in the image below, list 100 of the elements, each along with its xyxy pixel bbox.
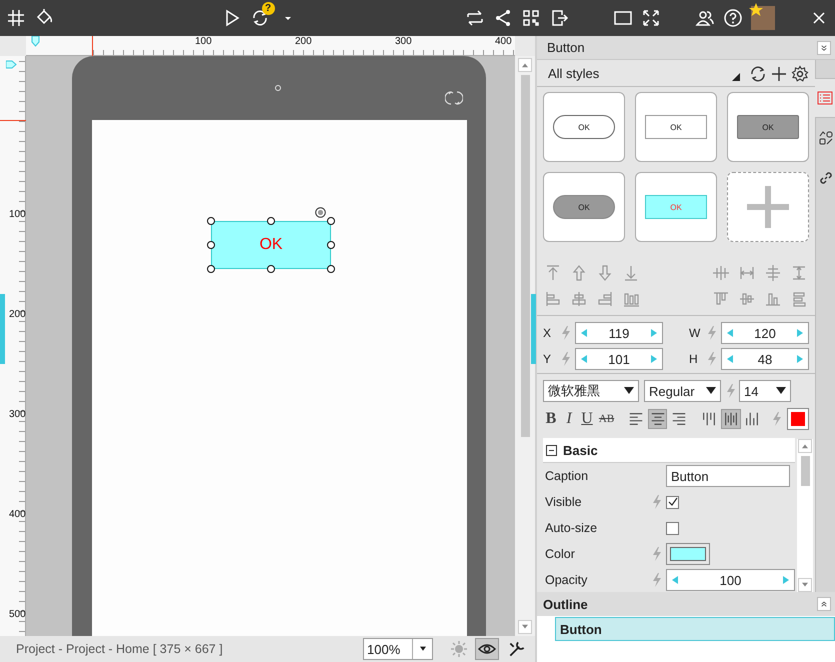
- move-down-icon[interactable]: [596, 264, 614, 282]
- resize-handle[interactable]: [267, 265, 275, 273]
- lightning-icon[interactable]: [726, 384, 736, 398]
- right-arrow-icon[interactable]: [650, 355, 657, 363]
- align-right-icon[interactable]: [596, 290, 614, 308]
- style-card[interactable]: OK: [727, 92, 809, 162]
- ruler-marker-icon[interactable]: [6, 60, 17, 69]
- number-spinner[interactable]: 119: [575, 322, 663, 344]
- move-top-icon[interactable]: [544, 264, 562, 282]
- number-spinner[interactable]: 120: [721, 322, 809, 344]
- add-icon[interactable]: [770, 64, 788, 82]
- lightning-icon[interactable]: [652, 573, 662, 587]
- lightning-icon[interactable]: [561, 352, 571, 366]
- left-arrow-icon[interactable]: [581, 329, 587, 337]
- checkbox[interactable]: [666, 522, 679, 534]
- equal-width-icon[interactable]: [738, 264, 756, 282]
- splitter-handle[interactable]: [0, 294, 5, 364]
- format-button[interactable]: I: [561, 409, 577, 429]
- share-icon[interactable]: [493, 8, 513, 28]
- settings-icon[interactable]: [791, 64, 809, 82]
- scrollbar[interactable]: [515, 56, 535, 636]
- format-button[interactable]: AB: [597, 409, 616, 429]
- move-up-icon[interactable]: [570, 264, 588, 282]
- lightning-icon[interactable]: [561, 326, 571, 340]
- move-bottom-icon[interactable]: [622, 264, 640, 282]
- collapse-button[interactable]: [817, 40, 831, 54]
- resize-handle[interactable]: [327, 265, 335, 273]
- resize-handle[interactable]: [267, 217, 275, 225]
- left-arrow-icon[interactable]: [727, 355, 733, 363]
- right-arrow-icon[interactable]: [796, 329, 803, 337]
- rotation-handle[interactable]: [315, 207, 326, 218]
- format-button[interactable]: U: [579, 409, 595, 429]
- style-card[interactable]: OK: [543, 92, 625, 162]
- section-header[interactable]: Basic: [543, 438, 795, 463]
- distribute-horizontal-icon[interactable]: [712, 264, 730, 282]
- users-icon[interactable]: [695, 8, 715, 28]
- resize-handle[interactable]: [207, 241, 215, 249]
- add-style-card[interactable]: [727, 172, 809, 242]
- distribute-vertical-icon[interactable]: [764, 264, 782, 282]
- zoom-dropdown[interactable]: 100%: [363, 638, 433, 660]
- text-align-left-icon[interactable]: [628, 411, 644, 427]
- resize-handle[interactable]: [327, 217, 335, 225]
- left-arrow-icon[interactable]: [581, 355, 587, 363]
- collapse-icon[interactable]: [546, 444, 557, 456]
- swap-arrows-icon[interactable]: [465, 8, 485, 28]
- shapes-icon[interactable]: [818, 130, 834, 146]
- caption-field[interactable]: Button: [666, 465, 790, 487]
- style-card[interactable]: OK: [543, 172, 625, 242]
- text-align-right-icon[interactable]: [671, 411, 688, 427]
- avatar-placeholder[interactable]: [751, 6, 775, 30]
- wrench-icon[interactable]: [507, 639, 527, 659]
- help-icon[interactable]: [723, 8, 743, 28]
- sun-icon[interactable]: [450, 640, 468, 658]
- lightning-icon[interactable]: [772, 412, 782, 426]
- resize-handle[interactable]: [207, 265, 215, 273]
- checkbox[interactable]: [666, 496, 679, 508]
- scroll-down-icon[interactable]: [802, 581, 808, 589]
- color-swatch[interactable]: [666, 543, 710, 565]
- splitter-handle[interactable]: [531, 294, 536, 364]
- grid-icon[interactable]: [6, 8, 26, 28]
- ruler-marker-icon[interactable]: [31, 36, 40, 47]
- style-card[interactable]: OK: [635, 92, 717, 162]
- resize-handle[interactable]: [207, 217, 215, 225]
- collapse-button[interactable]: [817, 597, 831, 611]
- side-tab[interactable]: [815, 78, 835, 118]
- refresh-icon[interactable]: [749, 64, 767, 82]
- resize-handle[interactable]: [327, 241, 335, 249]
- align-center-icon[interactable]: [570, 290, 588, 308]
- scrollbar-thumb[interactable]: [800, 456, 810, 486]
- scroll-up-icon[interactable]: [522, 61, 528, 69]
- lightning-icon[interactable]: [652, 547, 662, 561]
- scroll-down-icon[interactable]: [522, 623, 528, 631]
- fullscreen-icon[interactable]: [641, 8, 661, 28]
- vertical-align-bottom-icon[interactable]: [744, 411, 760, 427]
- scrollbar[interactable]: [797, 439, 813, 592]
- align-left-icon[interactable]: [544, 290, 562, 308]
- right-arrow-icon[interactable]: [650, 329, 657, 337]
- lightning-icon[interactable]: [707, 352, 717, 366]
- scroll-up-icon[interactable]: [802, 442, 808, 450]
- font-size-dropdown[interactable]: 14: [739, 380, 791, 402]
- right-arrow-icon[interactable]: [797, 355, 803, 363]
- style-filter[interactable]: All styles: [548, 66, 725, 81]
- number-spinner[interactable]: 100: [666, 569, 795, 591]
- number-spinner[interactable]: 48: [721, 348, 809, 370]
- lightning-icon[interactable]: [707, 326, 717, 340]
- qr-code-icon[interactable]: [521, 8, 541, 28]
- text-color-swatch[interactable]: [787, 408, 809, 430]
- link-icon[interactable]: [818, 170, 834, 186]
- vertical-align-top-icon[interactable]: [700, 411, 717, 427]
- right-arrow-icon[interactable]: [782, 576, 789, 584]
- font-weight-dropdown[interactable]: Regular: [644, 380, 721, 402]
- number-spinner[interactable]: 101: [575, 348, 663, 370]
- left-arrow-icon[interactable]: [727, 329, 733, 337]
- left-arrow-icon[interactable]: [672, 576, 678, 584]
- outline-item[interactable]: Button: [555, 617, 835, 641]
- scrollbar-thumb[interactable]: [520, 75, 530, 437]
- format-button[interactable]: B: [543, 409, 559, 429]
- font-family-dropdown[interactable]: 微软雅黑: [543, 380, 639, 402]
- rotate-icon[interactable]: [445, 89, 463, 107]
- equal-height-icon[interactable]: [790, 264, 808, 282]
